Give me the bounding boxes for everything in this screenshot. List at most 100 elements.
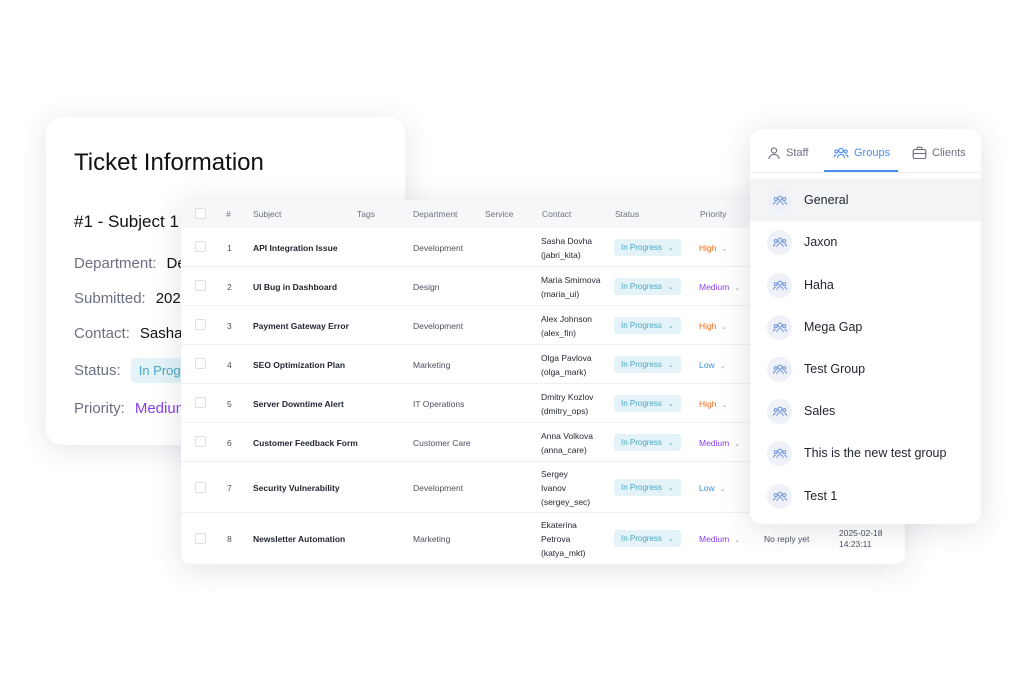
contact-username: (jabri_kita) bbox=[541, 250, 581, 260]
row-contact[interactable]: Sergey Ivanov (sergey_sec) bbox=[541, 467, 590, 509]
row-checkbox[interactable] bbox=[195, 397, 206, 408]
date-time: 14:23:11 bbox=[839, 539, 872, 549]
contact-username: (katya_mkt) bbox=[541, 548, 586, 558]
row-department: Development bbox=[413, 243, 464, 253]
priority-label: High bbox=[699, 321, 717, 331]
row-subject[interactable]: UI Bug in Dashboard bbox=[253, 282, 337, 292]
column-header-status[interactable]: Status bbox=[615, 209, 639, 219]
tab-clients[interactable]: Clients bbox=[912, 146, 966, 160]
row-status-dropdown[interactable]: In Progress ⌄ bbox=[614, 395, 681, 412]
row-priority-dropdown[interactable]: Medium ⌄ bbox=[699, 282, 740, 292]
row-contact[interactable]: Maria Smirnova (maria_ui) bbox=[541, 273, 601, 301]
row-subject[interactable]: Customer Feedback Form bbox=[253, 438, 358, 448]
row-contact[interactable]: Anna Volkova (anna_care) bbox=[541, 429, 593, 457]
contact-name: Petrova bbox=[541, 534, 571, 544]
row-priority-dropdown[interactable]: High ⌄ bbox=[699, 243, 727, 253]
column-header-number[interactable]: # bbox=[226, 209, 231, 219]
group-label: General bbox=[804, 193, 849, 207]
tab-staff[interactable]: Staff bbox=[767, 146, 808, 160]
row-subject[interactable]: Security Vulnerability bbox=[253, 483, 340, 493]
row-status-dropdown[interactable]: In Progress ⌄ bbox=[614, 278, 681, 295]
group-item-mega-gap[interactable]: Mega Gap bbox=[750, 306, 981, 348]
row-priority-dropdown[interactable]: Low ⌄ bbox=[699, 483, 725, 493]
row-subject[interactable]: Payment Gateway Error bbox=[253, 321, 349, 331]
priority-label: Medium bbox=[699, 534, 730, 544]
row-checkbox[interactable] bbox=[195, 533, 206, 544]
contact-name: Maria Smirnova bbox=[541, 275, 601, 285]
column-header-priority[interactable]: Priority bbox=[700, 209, 726, 219]
row-status-dropdown[interactable]: In Progress ⌄ bbox=[614, 239, 681, 256]
row-priority-dropdown[interactable]: Medium ⌄ bbox=[699, 534, 740, 544]
row-status-dropdown[interactable]: In Progress ⌄ bbox=[614, 479, 681, 496]
row-status-dropdown[interactable]: In Progress ⌄ bbox=[614, 317, 681, 334]
ticket-status-row: Status: In Progr bbox=[74, 358, 193, 383]
row-priority-dropdown[interactable]: High ⌄ bbox=[699, 399, 727, 409]
row-priority-dropdown[interactable]: Low ⌄ bbox=[699, 360, 725, 370]
chevron-down-icon: ⌄ bbox=[667, 361, 674, 369]
group-label: Mega Gap bbox=[804, 320, 863, 334]
ticket-status-label: Status: bbox=[74, 362, 121, 379]
group-item-general[interactable]: General bbox=[750, 179, 981, 221]
row-contact[interactable]: Olga Pavlova (olga_mark) bbox=[541, 351, 592, 379]
row-date: 2025-02-18 14:23:11 bbox=[839, 528, 882, 550]
row-priority-dropdown[interactable]: High ⌄ bbox=[699, 321, 727, 331]
row-department: Marketing bbox=[413, 534, 451, 544]
row-contact[interactable]: Ekaterina Petrova (katya_mkt) bbox=[541, 518, 585, 560]
ticket-priority-label: Priority: bbox=[74, 400, 125, 417]
contact-username: (dmitry_ops) bbox=[541, 406, 589, 416]
person-icon bbox=[768, 147, 780, 160]
row-checkbox[interactable] bbox=[195, 241, 206, 252]
row-contact[interactable]: Dmitry Kozlov (dmitry_ops) bbox=[541, 390, 593, 418]
group-label: Test Group bbox=[804, 362, 866, 376]
contact-username: (anna_care) bbox=[541, 445, 587, 455]
column-header-department[interactable]: Department bbox=[413, 209, 457, 219]
row-contact[interactable]: Alex Johnson (alex_fin) bbox=[541, 312, 592, 340]
row-subject[interactable]: API Integration Issue bbox=[253, 243, 338, 253]
row-status-dropdown[interactable]: In Progress ⌄ bbox=[614, 356, 681, 373]
date-day: 2025-02-18 bbox=[839, 528, 883, 538]
ticket-info-title: Ticket Information bbox=[74, 149, 264, 176]
status-label: In Progress bbox=[621, 399, 662, 408]
contact-name: Sergey bbox=[541, 469, 568, 479]
column-header-tags[interactable]: Tags bbox=[357, 209, 375, 219]
row-subject[interactable]: SEO Optimization Plan bbox=[253, 360, 345, 370]
group-item-test-group[interactable]: Test Group bbox=[750, 348, 981, 390]
row-checkbox[interactable] bbox=[195, 319, 206, 330]
chevron-down-icon: ⌄ bbox=[734, 441, 741, 448]
row-priority-dropdown[interactable]: Medium ⌄ bbox=[699, 438, 740, 448]
chevron-down-icon: ⌄ bbox=[667, 244, 674, 252]
row-subject[interactable]: Newsletter Automation bbox=[253, 534, 345, 544]
row-number: 1 bbox=[227, 243, 232, 253]
row-checkbox[interactable] bbox=[195, 358, 206, 369]
status-label: In Progress bbox=[621, 534, 662, 543]
column-header-subject[interactable]: Subject bbox=[253, 209, 281, 219]
row-checkbox[interactable] bbox=[195, 280, 206, 291]
group-label: Haha bbox=[804, 278, 834, 292]
row-status-dropdown[interactable]: In Progress ⌄ bbox=[614, 530, 681, 547]
ticket-contact-value: Sasha bbox=[139, 325, 183, 342]
chevron-down-icon: ⌄ bbox=[719, 363, 726, 370]
tab-groups[interactable]: Groups bbox=[833, 146, 890, 160]
groups-panel: Staff Groups Clients General Jaxon Haha bbox=[750, 129, 981, 524]
row-checkbox[interactable] bbox=[195, 482, 206, 493]
contact-name: Sasha Dovha bbox=[541, 236, 593, 246]
select-all-checkbox[interactable] bbox=[195, 208, 206, 219]
chevron-down-icon: ⌄ bbox=[734, 537, 741, 544]
group-item-test-1[interactable]: Test 1 bbox=[750, 475, 981, 517]
tab-clients-label: Clients bbox=[932, 147, 966, 159]
group-item-haha[interactable]: Haha bbox=[750, 264, 981, 306]
row-checkbox[interactable] bbox=[195, 436, 206, 447]
column-header-service[interactable]: Service bbox=[485, 209, 513, 219]
group-item-new-test-group[interactable]: This is the new test group bbox=[750, 432, 981, 474]
group-item-jaxon[interactable]: Jaxon bbox=[750, 221, 981, 263]
group-item-sales[interactable]: Sales bbox=[750, 390, 981, 432]
row-contact[interactable]: Sasha Dovha (jabri_kita) bbox=[541, 234, 592, 262]
tab-staff-label: Staff bbox=[786, 147, 809, 159]
row-status-dropdown[interactable]: In Progress ⌄ bbox=[614, 434, 681, 451]
column-header-contact[interactable]: Contact bbox=[542, 209, 571, 219]
ticket-submitted-row: Submitted: 202 bbox=[74, 290, 181, 307]
priority-label: Medium bbox=[699, 438, 730, 448]
status-label: In Progress bbox=[621, 438, 662, 447]
row-subject[interactable]: Server Downtime Alert bbox=[253, 399, 344, 409]
briefcase-icon bbox=[912, 146, 927, 160]
